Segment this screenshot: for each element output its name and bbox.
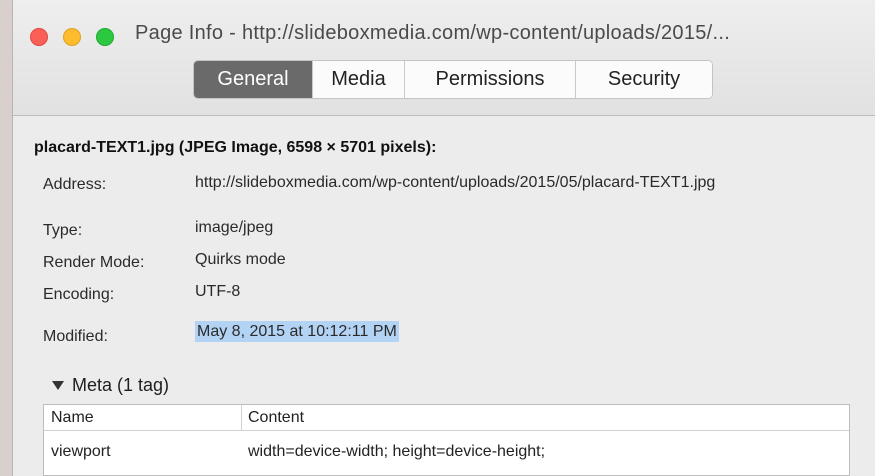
tab-general[interactable]: General xyxy=(194,61,312,98)
meta-disclosure[interactable]: Meta (1 tag) xyxy=(52,375,169,396)
modified-label: Modified: xyxy=(43,328,108,345)
column-header-name[interactable]: Name xyxy=(51,409,94,427)
meta-table-header: Name Content xyxy=(44,405,849,431)
titlebar: Page Info - http://slideboxmedia.com/wp-… xyxy=(13,0,875,116)
tab-permissions[interactable]: Permissions xyxy=(404,61,575,98)
general-panel: placard-TEXT1.jpg (JPEG Image, 6598 × 57… xyxy=(13,117,875,476)
resource-heading: placard-TEXT1.jpg (JPEG Image, 6598 × 57… xyxy=(34,139,437,156)
address-value[interactable]: http://slideboxmedia.com/wp-content/uplo… xyxy=(195,174,715,192)
maximize-window-button[interactable] xyxy=(96,28,114,46)
tab-security[interactable]: Security xyxy=(575,61,712,98)
tab-bar: General Media Permissions Security xyxy=(193,60,713,99)
meta-row-content[interactable]: width=device-width; height=device-height… xyxy=(248,443,545,461)
type-value[interactable]: image/jpeg xyxy=(195,219,273,237)
type-label: Type: xyxy=(43,222,83,239)
render-mode-label: Render Mode: xyxy=(43,254,145,271)
tab-media[interactable]: Media xyxy=(312,61,404,98)
column-divider[interactable] xyxy=(241,405,242,431)
column-header-content[interactable]: Content xyxy=(248,409,304,427)
modified-value-selection[interactable]: May 8, 2015 at 10:12:11 PM xyxy=(195,321,399,342)
meta-row-name[interactable]: viewport xyxy=(51,443,111,461)
render-mode-value[interactable]: Quirks mode xyxy=(195,251,286,269)
encoding-value[interactable]: UTF-8 xyxy=(195,283,240,301)
page-info-window: Page Info - http://slideboxmedia.com/wp-… xyxy=(12,0,875,476)
disclosure-triangle-icon[interactable] xyxy=(52,381,64,390)
address-label: Address: xyxy=(43,176,107,193)
encoding-label: Encoding: xyxy=(43,286,115,303)
close-window-button[interactable] xyxy=(30,28,48,46)
meta-toggle-label: Meta (1 tag) xyxy=(72,375,170,395)
window-title: Page Info - http://slideboxmedia.com/wp-… xyxy=(135,22,731,44)
meta-table[interactable]: Name Content viewport width=device-width… xyxy=(43,404,850,476)
minimize-window-button[interactable] xyxy=(63,28,81,46)
modified-value[interactable]: May 8, 2015 at 10:12:11 PM xyxy=(195,321,399,342)
